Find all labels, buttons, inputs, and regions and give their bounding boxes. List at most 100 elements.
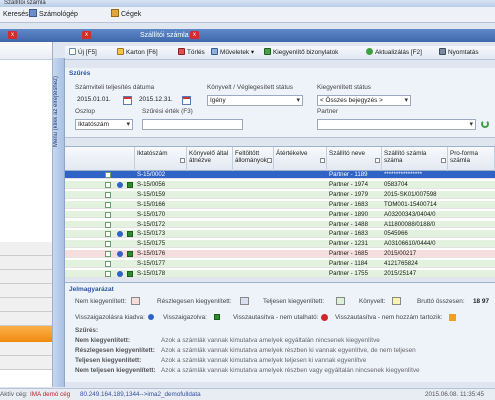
row-checkbox[interactable]	[105, 261, 111, 268]
status-datetime: 2015.06.08. 11:35:45	[425, 391, 485, 398]
left-panel-item[interactable]	[0, 256, 52, 270]
grid-header: Iktatószám Könyvelő által átnézve Feltöl…	[65, 147, 495, 171]
close-tab-icon[interactable]: x	[82, 31, 91, 39]
legend-f4-value: Azok a számlák vannak kimutatva amelyek …	[161, 367, 420, 374]
row-checkbox[interactable]	[105, 241, 111, 248]
table-row[interactable]: S-15/0172 Partner - 1488 A11800088/0188/0	[65, 220, 495, 229]
close-tab-icon[interactable]: x	[190, 31, 199, 39]
confirmed-icon	[127, 181, 133, 188]
table-row[interactable]: S-15/0166 Partner - 1683 TOM001-15400714	[65, 200, 495, 209]
cell-supplier-invoice: 2015-SK01/007598	[384, 190, 437, 198]
edit-key: [F6]	[146, 49, 158, 56]
refresh-icon	[366, 48, 373, 55]
settlement-proof-button[interactable]: Kiegyenlítő bizonylatok	[264, 47, 338, 59]
edit-button[interactable]: Karton [F6]	[117, 47, 158, 59]
cell-supplier-invoice: 4121765824	[384, 260, 418, 268]
left-panel-item[interactable]	[0, 270, 52, 284]
left-panel-item[interactable]	[0, 284, 52, 298]
cell-supplier-invoice: 0583704	[384, 180, 408, 188]
left-panel-item[interactable]	[0, 342, 52, 356]
legend-gross-value: 18 97	[473, 298, 489, 305]
info-icon	[117, 251, 123, 258]
header-uploaded-files[interactable]: Feltöltött állományok	[233, 147, 274, 171]
info-icon	[148, 314, 154, 320]
calendar-icon[interactable]	[182, 96, 191, 105]
calendar-icon[interactable]	[123, 96, 132, 105]
warning-icon	[449, 314, 456, 321]
table-row[interactable]: S-15/0170 Partner - 1890 A03200343/0404/0	[65, 210, 495, 219]
filter-icon[interactable]	[180, 158, 185, 163]
legend-f2-value: Azok a számlák vannak kimutatva amelyek …	[161, 347, 416, 354]
filter-icon[interactable]	[441, 158, 446, 163]
table-row[interactable]: S-15/0159 Partner - 1979 2015-SK01/007598	[65, 190, 495, 199]
confirmed-icon	[127, 231, 133, 238]
header-label: Pro-forma számla	[450, 150, 478, 164]
header-supplier-invoice[interactable]: Szállító számla száma	[382, 147, 448, 171]
row-checkbox[interactable]	[105, 231, 111, 238]
delete-button[interactable]: Törlés	[178, 47, 205, 59]
legend-swatch-blue	[240, 297, 249, 305]
tab-supplier-invoice[interactable]: Szállítói számla	[136, 30, 193, 41]
table-row[interactable]: S-15/0056 Partner - 1974 0583704	[65, 180, 495, 189]
table-row[interactable]: S-15/0173 Partner - 1683 0545966	[65, 230, 495, 239]
legend-f1-key: Nem kiegyenlített:	[75, 337, 131, 344]
delete-icon	[178, 48, 185, 55]
menu-companies[interactable]: Cégek	[108, 9, 144, 21]
status-server: 80.249.164.189,1344-->ima2_demofulldata	[80, 391, 201, 398]
menu-collapse-tab[interactable]: Menü (klikk az elrejtéshez)	[53, 58, 65, 387]
row-checkbox[interactable]	[105, 251, 111, 258]
table-row[interactable]: S-15/0177 Partner - 1184 4121765824	[65, 260, 495, 268]
header-registry-number[interactable]: Iktatószám	[135, 147, 187, 171]
filter-icon[interactable]	[320, 158, 325, 163]
edit-label: Karton	[126, 49, 145, 56]
refresh-filter-icon[interactable]	[481, 120, 489, 128]
left-panel-item[interactable]	[0, 356, 52, 370]
table-row[interactable]: S-15/0178 Partner - 1755 2015/25147	[65, 270, 495, 278]
legend-f4-key: Nem teljesen kiegyenlített:	[75, 367, 156, 374]
header-supplier-name[interactable]: Szállító neve	[327, 147, 382, 171]
row-checkbox[interactable]	[105, 191, 111, 198]
filter-icon[interactable]	[375, 158, 380, 163]
header-reviewed[interactable]: Könyvelő által átnézve	[187, 147, 233, 171]
header-label: Szállító neve	[329, 150, 366, 157]
filter-icon[interactable]	[267, 158, 272, 163]
date-to-input[interactable]: 2015.12.31.	[137, 95, 183, 106]
left-panel-item[interactable]	[0, 242, 52, 256]
refresh-button[interactable]: Aktualizálás [F2]	[366, 47, 422, 59]
table-row[interactable]: S-15/0002 Partner - 1189 ****************	[65, 171, 495, 179]
left-panel-item[interactable]	[0, 298, 52, 312]
left-panel-header	[0, 42, 52, 60]
menu-calculator[interactable]: Számológép	[26, 9, 81, 21]
new-button[interactable]: Új [F5]	[69, 47, 97, 59]
operations-button[interactable]: Műveletek ▾	[211, 47, 254, 59]
legend-swatch-yellow	[392, 297, 401, 305]
header-revalued[interactable]: Átértékelve	[274, 147, 327, 171]
table-row[interactable]: S-15/0176 Partner - 1685 2015/00217	[65, 250, 495, 259]
column-select[interactable]: Iktatószám	[75, 119, 133, 130]
header-proforma[interactable]: Pro-forma számla	[448, 147, 495, 171]
left-panel-item-active[interactable]	[0, 326, 52, 342]
table-row[interactable]: S-15/0175 Partner - 1231 A03106610/0444/0	[65, 240, 495, 249]
row-checkbox[interactable]	[105, 221, 111, 228]
booked-status-select[interactable]: Igény	[207, 95, 303, 106]
row-checkbox[interactable]	[105, 211, 111, 218]
row-checkbox[interactable]	[105, 172, 111, 178]
cell-supplier-name: Partner - 1979	[329, 190, 368, 198]
row-checkbox[interactable]	[105, 181, 111, 188]
refresh-label: Aktualizálás [F2]	[375, 49, 422, 56]
partner-select[interactable]	[317, 119, 476, 130]
menu-search-label: Keresés	[3, 11, 29, 18]
print-button[interactable]: Nyomtatás	[439, 47, 479, 59]
header-label: Átértékelve	[276, 150, 308, 157]
filter-value-input[interactable]	[142, 119, 243, 130]
row-checkbox[interactable]	[105, 271, 111, 277]
date-from-input[interactable]: 2015.01.01.	[75, 95, 121, 106]
operations-icon	[211, 48, 218, 55]
settled-status-select[interactable]: < Összes bejegyzés >	[317, 95, 411, 106]
left-panel-item[interactable]	[0, 312, 52, 326]
cell-registry-number: S-15/0175	[137, 240, 166, 248]
row-checkbox[interactable]	[105, 201, 111, 208]
new-key: [F5]	[85, 49, 97, 56]
close-tab-icon[interactable]: x	[8, 31, 17, 39]
cell-supplier-name: Partner - 1974	[329, 180, 368, 188]
